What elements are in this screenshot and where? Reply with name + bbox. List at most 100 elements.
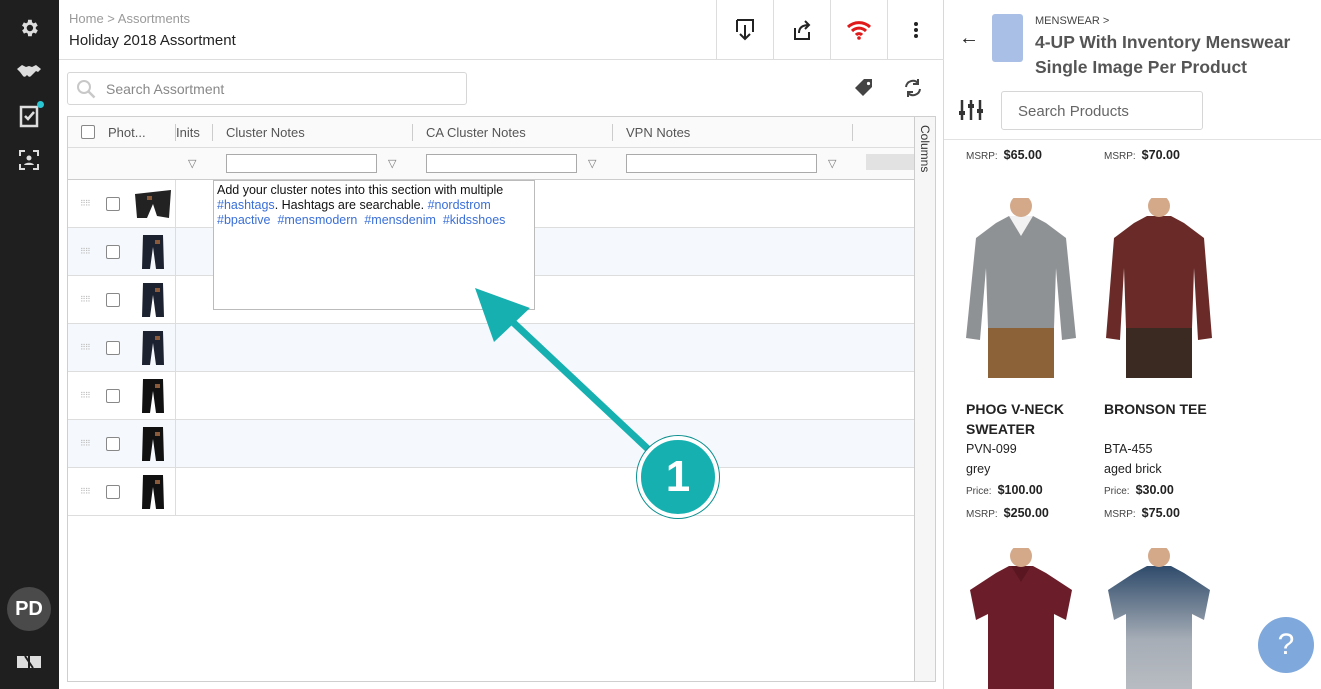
product-price: $30.00 [1135, 483, 1174, 497]
product-card[interactable]: BRONSON TEE BTA-455 aged brick Price: $30… [1104, 195, 1234, 525]
columns-tool-panel[interactable]: Columns [914, 117, 935, 681]
drag-handle-icon[interactable]: ⠿⠿ [80, 247, 91, 256]
share-button[interactable] [773, 0, 830, 59]
share-icon [794, 19, 811, 40]
gear-icon[interactable] [16, 15, 42, 41]
column-header-cluster-notes[interactable]: Cluster Notes [226, 117, 305, 148]
product-image[interactable] [1104, 548, 1214, 689]
msrp-label: MSRP: [1104, 509, 1136, 520]
product-thumbnail [142, 331, 164, 365]
download-icon [736, 18, 754, 40]
note-text: . Hashtags are searchable. [274, 198, 428, 212]
price-label: Price: [966, 486, 992, 497]
hashtag[interactable]: #nordstrom [428, 198, 491, 212]
row-checkbox[interactable] [106, 245, 120, 259]
filter-icon[interactable]: ▽ [388, 157, 396, 170]
search-products-input[interactable]: Search Products [1001, 91, 1203, 130]
product-panel: ← MENSWEAR > 4-UP With Inventory Menswea… [944, 0, 1321, 689]
handshake-icon[interactable] [16, 59, 42, 85]
header-toolbar [716, 0, 944, 59]
drag-handle-icon[interactable]: ⠿⠿ [80, 487, 91, 496]
product-card[interactable]: PHOG V-NECK SWEATER PVN-099 grey Price: $… [966, 195, 1096, 525]
hashtag[interactable]: #bpactive [217, 213, 271, 227]
column-header-ca-cluster-notes[interactable]: CA Cluster Notes [426, 117, 526, 148]
breadcrumb[interactable]: Home > Assortments [69, 11, 190, 26]
product-price: $100.00 [997, 483, 1043, 497]
product-msrp: $75.00 [1141, 506, 1180, 520]
product-thumbnail [142, 283, 164, 317]
cluster-notes-filter-input[interactable] [226, 154, 377, 173]
product-code: PVN-099 [966, 442, 1017, 456]
msrp-row: MSRP: $65.00 [966, 148, 1042, 162]
checklist-icon[interactable] [16, 101, 44, 129]
row-checkbox[interactable] [106, 341, 120, 355]
product-image [966, 195, 1076, 378]
more-button[interactable] [887, 0, 944, 59]
msrp-label: MSRP: [966, 509, 998, 520]
grid-header: Phot... Inits Cluster Notes CA Cluster N… [68, 117, 914, 148]
product-thumbnail [142, 379, 164, 413]
category-breadcrumb[interactable]: MENSWEAR > [1035, 15, 1109, 27]
product-color: grey [966, 462, 991, 476]
product-name: PHOG V-NECK SWEATER [966, 401, 1065, 437]
note-text: Add your cluster notes into this section… [217, 183, 504, 197]
image-frame-icon[interactable] [16, 147, 42, 173]
row-checkbox[interactable] [106, 485, 120, 499]
wifi-icon [846, 20, 872, 40]
row-checkbox[interactable] [106, 437, 120, 451]
product-thumbnail [135, 190, 171, 218]
drag-handle-icon[interactable]: ⠿⠿ [80, 199, 91, 208]
product-code: BTA-455 [1104, 442, 1153, 456]
panel-title: 4-UP With Inventory Menswear Single Imag… [1035, 32, 1291, 77]
callout-badge: 1 [637, 436, 719, 518]
msrp-row: MSRP: $70.00 [1104, 148, 1180, 162]
filter-icon[interactable]: ▽ [828, 157, 836, 170]
back-arrow-icon[interactable]: ← [959, 27, 979, 50]
product-color: aged brick [1104, 462, 1162, 476]
row-checkbox[interactable] [106, 197, 120, 211]
grid-filter-row: ▽ ▽ ▽ ▽ [68, 148, 914, 180]
row-checkbox[interactable] [106, 389, 120, 403]
hashtag[interactable]: #kidsshoes [443, 213, 506, 227]
sliders-icon[interactable] [958, 98, 984, 127]
drag-handle-icon[interactable]: ⠿⠿ [80, 343, 91, 352]
hashtag[interactable]: #mensdenim [364, 213, 436, 227]
more-vertical-icon [914, 21, 918, 38]
tag-icon[interactable] [853, 77, 875, 104]
left-nav: PD [0, 0, 59, 689]
product-thumbnail [142, 427, 164, 461]
column-header-photo[interactable]: Phot... [108, 117, 146, 148]
avatar[interactable]: PD [7, 587, 51, 631]
product-image[interactable] [966, 548, 1076, 689]
tag-logo-icon [16, 649, 42, 675]
product-name: BRONSON TEE [1104, 401, 1207, 417]
vpn-notes-filter-input[interactable] [626, 154, 817, 173]
category-swatch [992, 14, 1023, 62]
price-label: Price: [1104, 486, 1130, 497]
filter-icon[interactable]: ▽ [588, 157, 596, 170]
hashtag[interactable]: #hashtags [217, 198, 275, 212]
sync-icon[interactable] [902, 77, 924, 104]
hashtag[interactable]: #mensmodern [277, 213, 357, 227]
row-checkbox[interactable] [106, 293, 120, 307]
wifi-button[interactable] [830, 0, 887, 59]
search-input[interactable]: Search Assortment [67, 72, 467, 105]
ca-cluster-notes-filter-input[interactable] [426, 154, 577, 173]
drag-handle-icon[interactable]: ⠿⠿ [80, 439, 91, 448]
product-image [1106, 195, 1212, 378]
columns-label: Columns [918, 125, 932, 173]
search-icon [77, 79, 96, 98]
help-button[interactable]: ? [1258, 617, 1314, 673]
download-button[interactable] [716, 0, 773, 59]
page-title: Holiday 2018 Assortment [69, 32, 236, 49]
filter-icon[interactable]: ▽ [188, 157, 196, 170]
select-all-checkbox[interactable] [81, 125, 95, 139]
product-msrp: $250.00 [1003, 506, 1049, 520]
product-thumbnail [142, 475, 164, 509]
search-placeholder: Search Assortment [106, 80, 225, 97]
drag-handle-icon[interactable]: ⠿⠿ [80, 391, 91, 400]
product-thumbnail [142, 235, 164, 269]
column-header-vpn-notes[interactable]: VPN Notes [626, 117, 690, 148]
column-header-inits[interactable]: Inits [176, 117, 200, 148]
drag-handle-icon[interactable]: ⠿⠿ [80, 295, 91, 304]
